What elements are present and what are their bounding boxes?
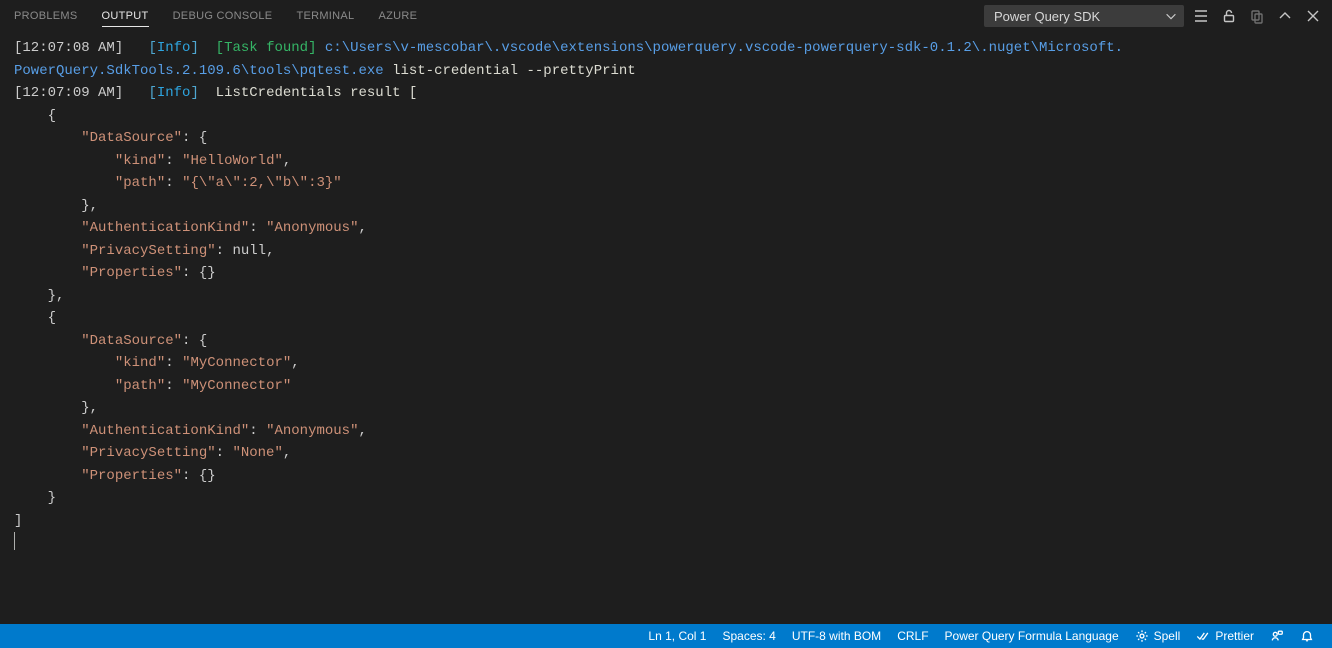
status-bell-icon[interactable] [1292, 624, 1322, 648]
gear-icon [1135, 629, 1149, 643]
panel-tab-list: PROBLEMS OUTPUT DEBUG CONSOLE TERMINAL A… [14, 5, 417, 27]
tab-debug-console[interactable]: DEBUG CONSOLE [173, 5, 273, 27]
status-prettier[interactable]: Prettier [1188, 624, 1262, 648]
output-channel-filter[interactable]: Power Query SDK [984, 5, 1184, 27]
output-content[interactable]: [12:07:08 AM] [Info] [Task found] c:\Use… [0, 33, 1332, 621]
clear-output-icon[interactable] [1246, 5, 1268, 27]
panel-tabs: PROBLEMS OUTPUT DEBUG CONSOLE TERMINAL A… [0, 0, 1332, 33]
status-language[interactable]: Power Query Formula Language [937, 624, 1127, 648]
chevron-down-icon [1164, 9, 1178, 23]
bell-icon [1300, 629, 1314, 643]
status-bar: Ln 1, Col 1 Spaces: 4 UTF-8 with BOM CRL… [0, 624, 1332, 648]
panel-collapse-icon[interactable] [1274, 5, 1296, 27]
lock-open-icon[interactable] [1218, 5, 1240, 27]
status-spell[interactable]: Spell [1127, 624, 1189, 648]
tab-terminal[interactable]: TERMINAL [296, 5, 354, 27]
tab-problems[interactable]: PROBLEMS [14, 5, 78, 27]
status-spell-label: Spell [1154, 629, 1181, 643]
person-feedback-icon [1270, 629, 1284, 643]
double-check-icon [1196, 629, 1210, 643]
view-list-icon[interactable] [1190, 5, 1212, 27]
status-spaces[interactable]: Spaces: 4 [714, 624, 783, 648]
status-feedback-icon[interactable] [1262, 624, 1292, 648]
status-eol[interactable]: CRLF [889, 624, 936, 648]
status-ln-col[interactable]: Ln 1, Col 1 [640, 624, 714, 648]
tab-output[interactable]: OUTPUT [102, 5, 149, 27]
status-prettier-label: Prettier [1215, 629, 1254, 643]
tab-azure[interactable]: AZURE [378, 5, 417, 27]
filter-label: Power Query SDK [994, 9, 1100, 24]
panel-close-icon[interactable] [1302, 5, 1324, 27]
status-encoding[interactable]: UTF-8 with BOM [784, 624, 889, 648]
